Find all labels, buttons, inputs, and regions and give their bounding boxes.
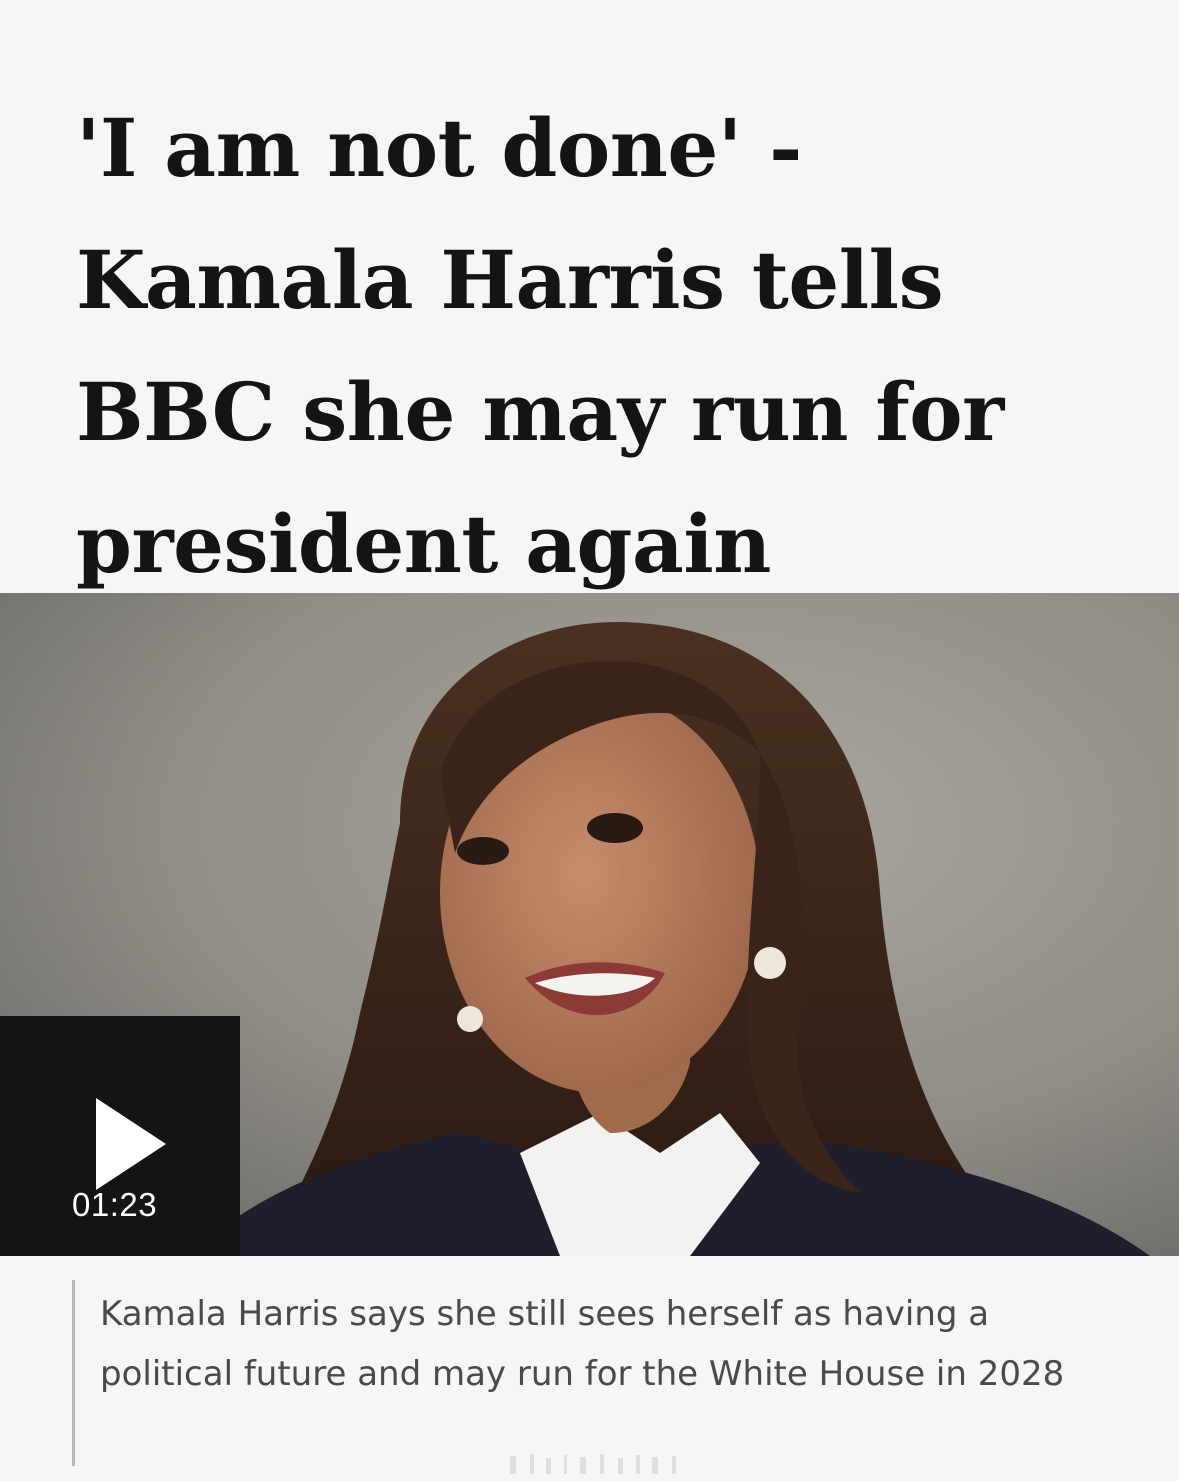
article-headline: 'I am not done' - Kamala Harris tells BB… (76, 101, 1004, 591)
watermark-graphic (510, 1454, 676, 1474)
video-duration: 01:23 (72, 1186, 158, 1223)
play-icon (96, 1098, 166, 1190)
caption-section: Kamala Harris says she still sees hersel… (0, 1256, 1179, 1481)
play-button[interactable]: 01:23 (0, 1016, 240, 1256)
headline-section: 'I am not done' - Kamala Harris tells BB… (0, 0, 1179, 593)
video-caption: Kamala Harris says she still sees hersel… (100, 1294, 1065, 1394)
video-player[interactable]: 01:23 (0, 593, 1179, 1256)
caption-divider (72, 1280, 75, 1466)
